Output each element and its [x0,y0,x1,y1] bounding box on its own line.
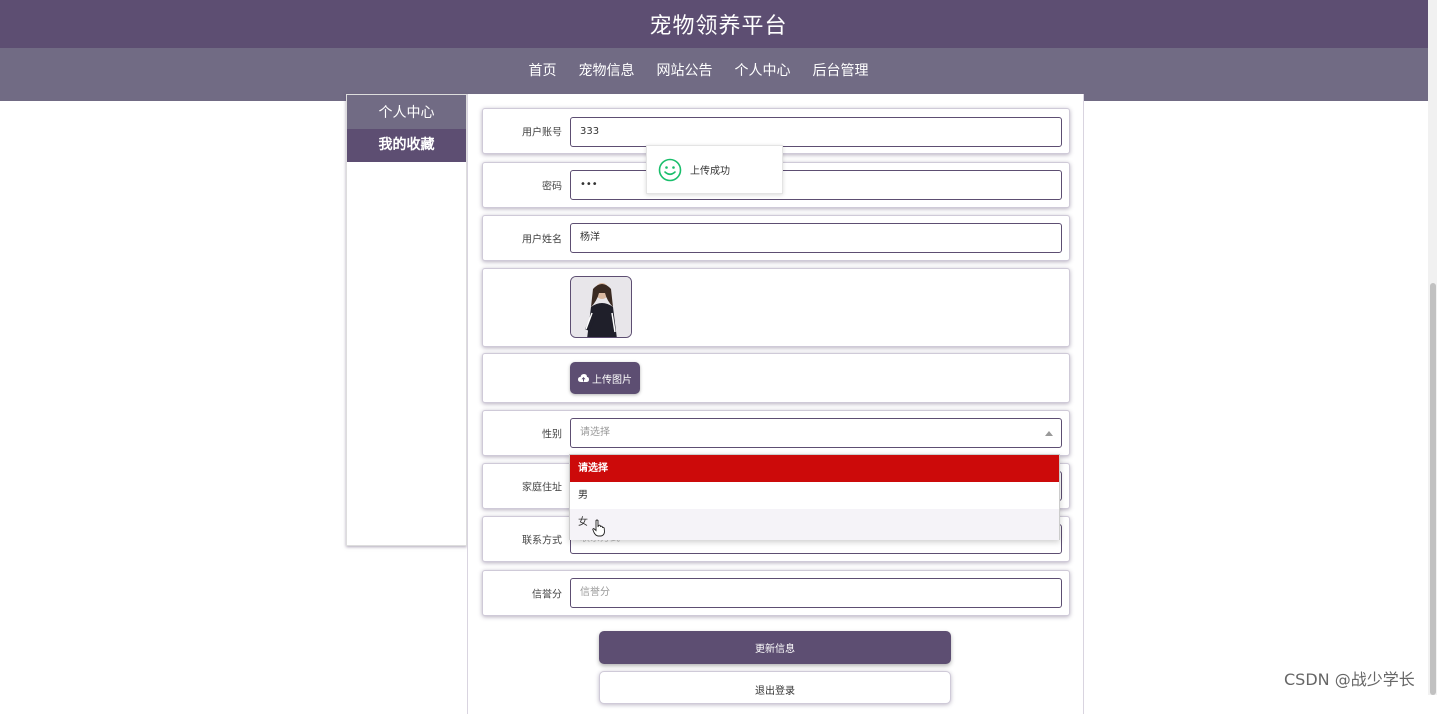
cloud-upload-icon [578,373,589,382]
scrollbar-thumb[interactable] [1430,283,1436,695]
sidebar-item-personal-center[interactable]: 个人中心 [347,95,466,129]
gender-option-female[interactable]: 女 [570,509,1059,540]
watermark-text: CSDN @战少学长 [1284,670,1415,689]
update-info-button[interactable]: 更新信息 [599,631,951,664]
upload-success-toast: 上传成功 [646,145,783,194]
caret-up-icon [1045,431,1053,436]
gender-option-male[interactable]: 男 [570,482,1059,509]
name-label: 用户姓名 [522,234,562,246]
account-label: 用户账号 [522,127,562,139]
gender-option-placeholder[interactable]: 请选择 [570,455,1059,482]
upload-button-label: 上传图片 [592,374,632,386]
sidebar-item-favorites[interactable]: 我的收藏 [347,129,466,162]
hand-cursor-icon [592,519,605,537]
contact-label: 联系方式 [522,535,562,547]
address-label: 家庭住址 [522,482,562,494]
credit-label: 信誉分 [532,589,562,601]
site-title: 宠物领养平台 [649,14,788,39]
form-row-gender: 性别 请选择 [482,410,1070,456]
account-input[interactable]: 333 [570,117,1062,147]
credit-input[interactable]: 信誉分 [570,578,1062,608]
logout-button[interactable]: 退出登录 [599,671,951,704]
form-row-upload: 上传图片 [482,353,1070,403]
gender-select-value: 请选择 [580,427,610,438]
avatar-image [570,276,632,338]
toast-message: 上传成功 [690,166,730,177]
gender-dropdown: 请选择 男 女 [569,454,1060,540]
form-row-credit: 信誉分 信誉分 [482,570,1070,616]
gender-select[interactable]: 请选择 [570,418,1062,448]
password-input[interactable]: ••• [570,170,1062,200]
form-row-avatar [482,268,1070,347]
sidebar: 个人中心 我的收藏 [346,94,467,546]
upload-image-button[interactable]: 上传图片 [570,362,640,394]
name-input[interactable]: 杨洋 [570,223,1062,253]
top-header: 宠物领养平台 [0,0,1437,48]
gender-label: 性别 [542,429,562,441]
smile-icon [658,158,682,181]
form-row-name: 用户姓名 杨洋 [482,215,1070,261]
password-label: 密码 [542,181,562,193]
